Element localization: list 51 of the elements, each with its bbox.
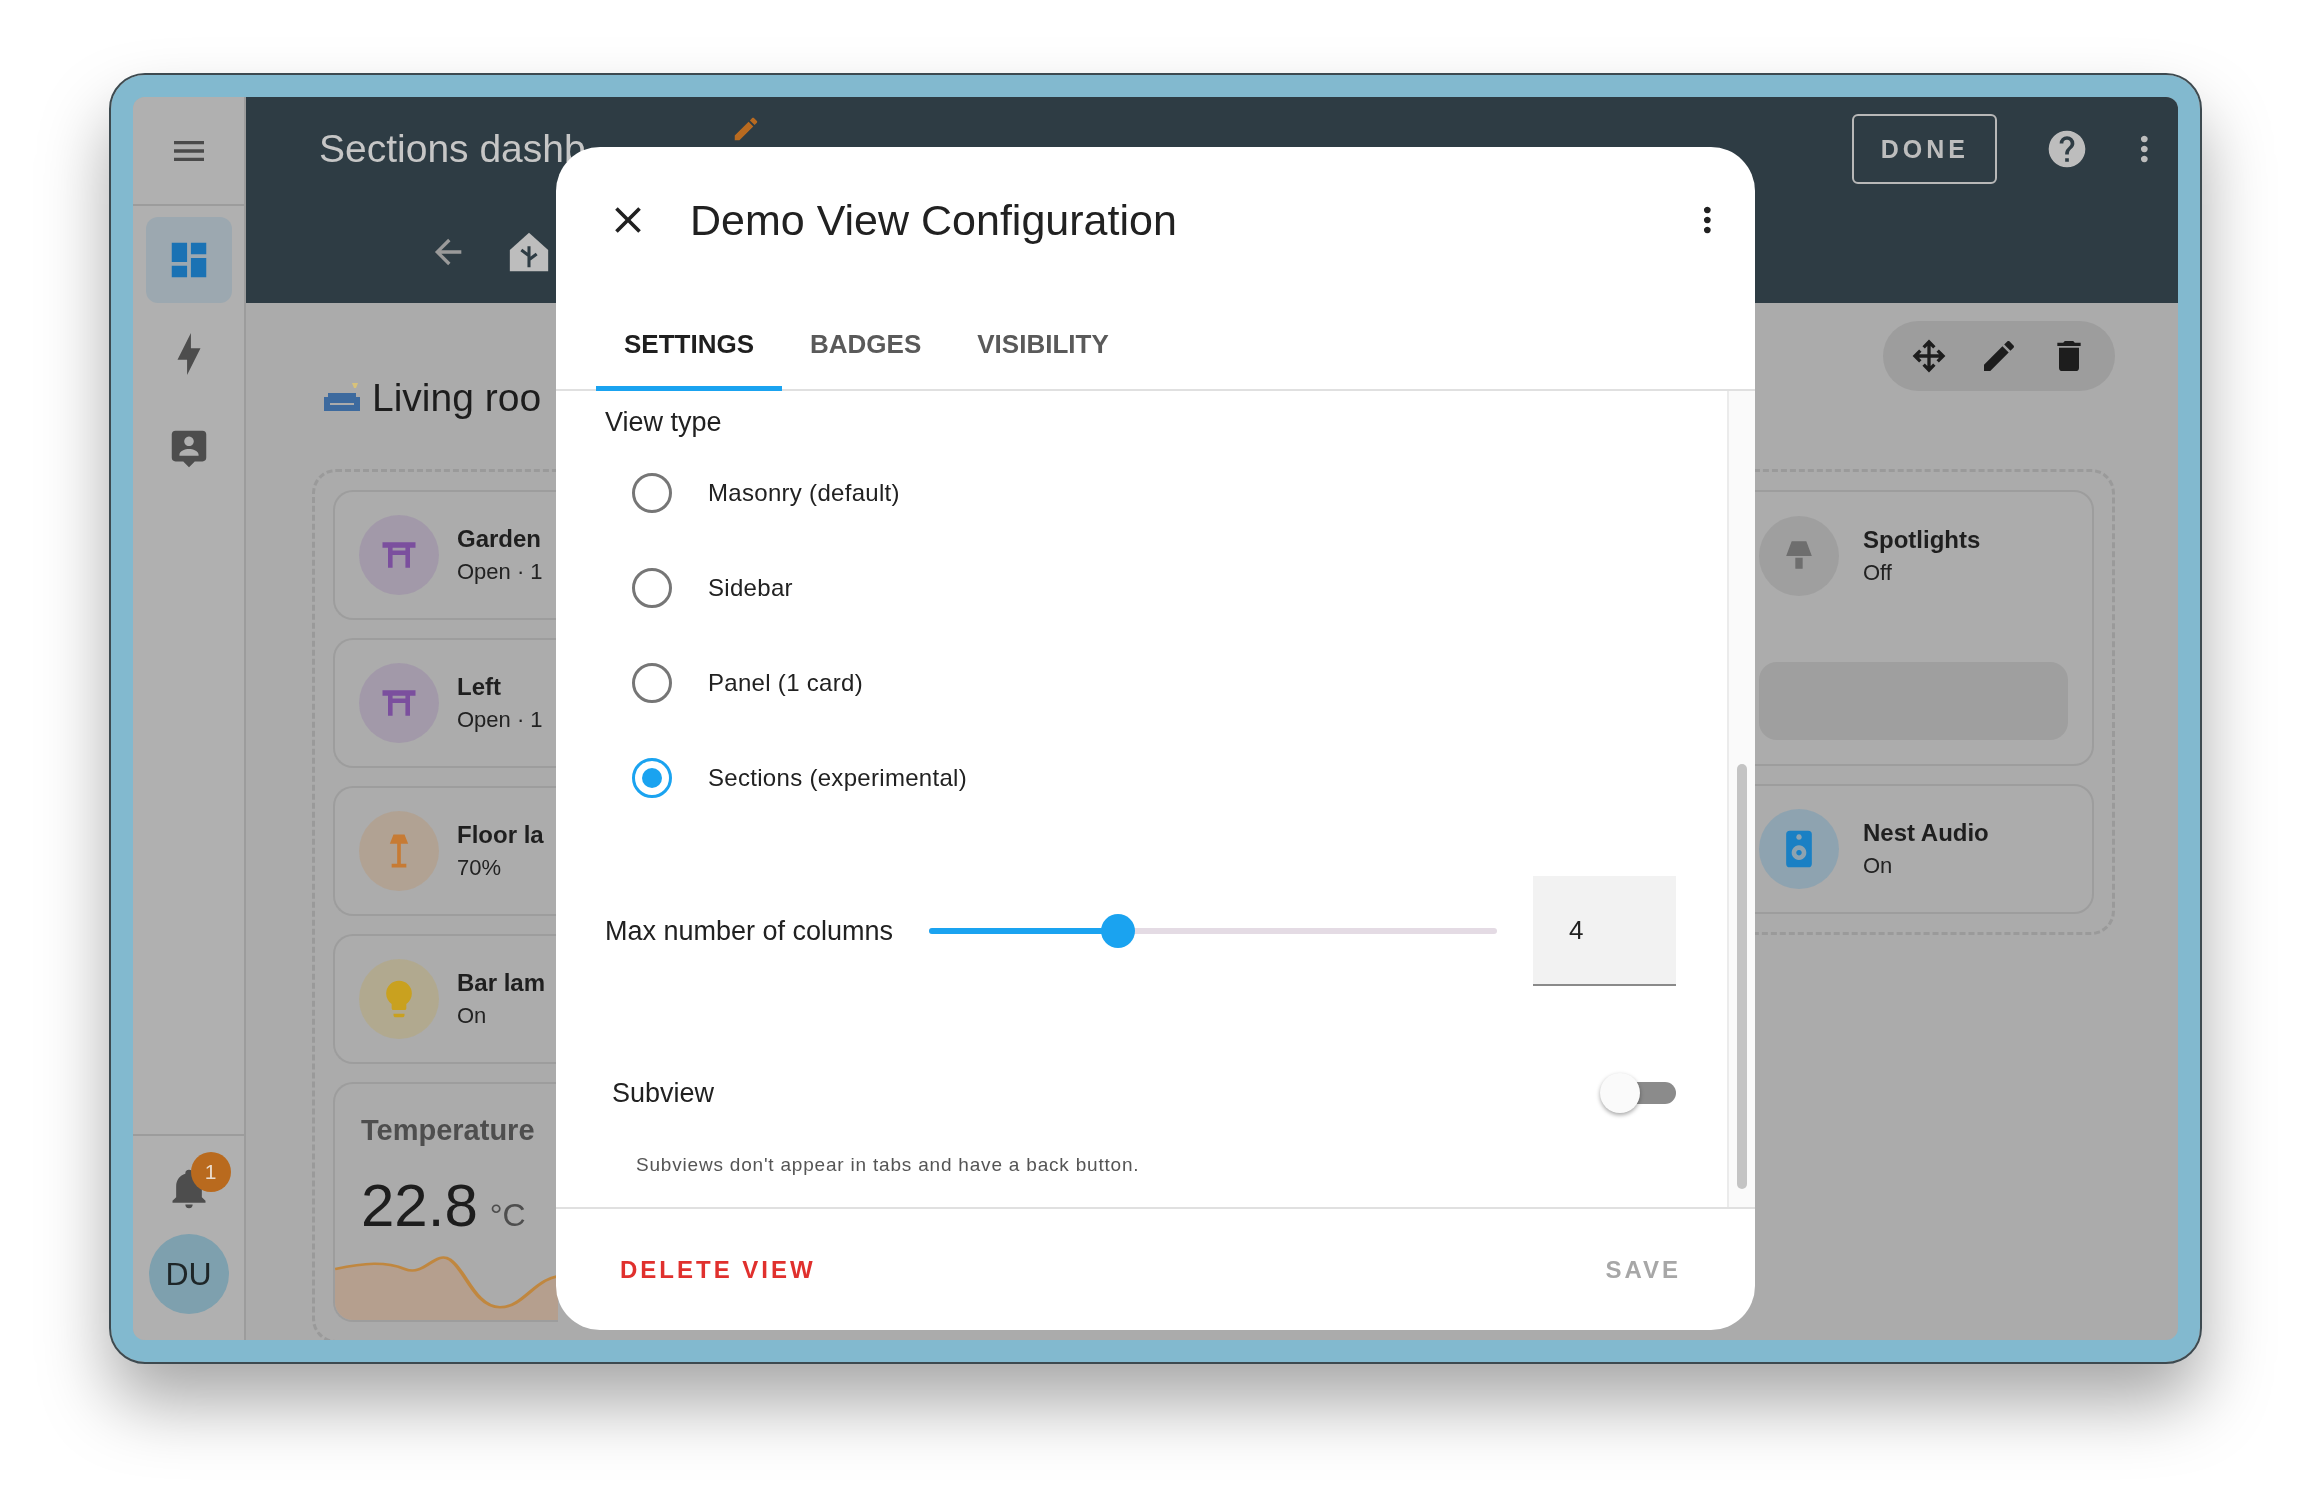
entity-card[interactable]: Left Open · 1	[333, 638, 558, 768]
dialog-menu-button[interactable]	[1704, 205, 1711, 235]
entity-card[interactable]: Floor la 70%	[333, 786, 558, 916]
entity-card[interactable]: Bar lam On	[333, 934, 558, 1064]
columns-slider[interactable]	[929, 914, 1497, 948]
sidebar-item[interactable]	[145, 217, 232, 303]
columns-input[interactable]: 4	[1533, 876, 1676, 986]
entity-state: On	[457, 1003, 488, 1029]
scrollbar-thumb[interactable]	[1737, 764, 1747, 1189]
radio-label: Sections (experimental)	[708, 763, 967, 792]
user-avatar[interactable]: DU	[148, 1234, 229, 1314]
radio-label: Panel (1 card)	[708, 668, 863, 697]
more-icon	[1704, 205, 1711, 235]
slider-thumb[interactable]	[1101, 914, 1136, 948]
entity-card[interactable]: Garden Open · 1	[333, 490, 558, 620]
radio-button[interactable]	[632, 757, 672, 798]
overflow-menu-button[interactable]	[2141, 134, 2148, 164]
view-type-label: View type	[605, 405, 723, 439]
entity-state: On	[1863, 853, 1894, 879]
entity-state: Open · 1	[457, 559, 543, 585]
sensor-value: 22.8	[361, 1171, 478, 1240]
notification-badge: 1	[190, 1152, 231, 1192]
slider-label: Max number of columns	[605, 915, 894, 947]
entity-name: Nest Audio	[1863, 819, 1989, 847]
radio-button[interactable]	[632, 567, 672, 608]
helper-text: Subviews don't appear in tabs and have a back button.	[635, 1154, 1141, 1176]
entity-state: Open · 1	[457, 707, 543, 733]
entity-name: Spotlights	[1863, 526, 1981, 554]
radio-label: Masonry (default)	[708, 478, 900, 507]
subview-toggle[interactable]	[1600, 1073, 1676, 1113]
entity-state: 70%	[457, 855, 503, 881]
radio-button[interactable]	[632, 662, 672, 703]
entity-name: Garden	[457, 525, 543, 553]
sensor-unit: °C	[489, 1197, 526, 1234]
subview-label: Subview	[612, 1077, 716, 1109]
tab[interactable]: VISIBILITY	[949, 293, 1137, 391]
dialog-title: Demo View Configuration	[690, 195, 1178, 245]
entity-name: Bar lam	[457, 969, 546, 997]
entity-name: Left	[457, 673, 502, 701]
sensor-title: Temperature	[361, 1114, 535, 1147]
tab[interactable]: BADGES	[782, 293, 950, 391]
tab[interactable]: SETTINGS	[596, 293, 782, 391]
entity-state: Off	[1863, 560, 1893, 586]
section-title: Living roo	[372, 376, 542, 420]
sensor-card[interactable]: Temperature 22.8 °C	[333, 1082, 558, 1322]
more-icon	[2141, 134, 2148, 164]
done-button[interactable]: DONE	[1852, 114, 1998, 184]
delete-view-button[interactable]: DELETE VIEW	[596, 1245, 840, 1294]
radio-label: Sidebar	[708, 573, 793, 602]
radio-button[interactable]	[632, 472, 672, 513]
entity-name: Floor la	[457, 821, 544, 849]
